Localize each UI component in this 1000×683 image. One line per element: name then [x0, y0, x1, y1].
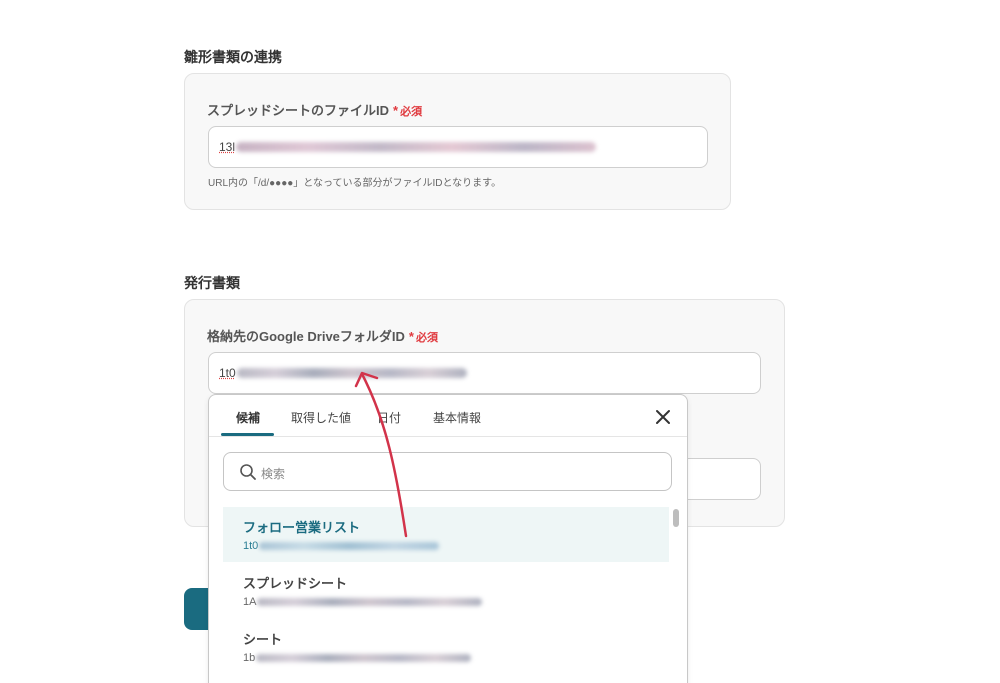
spreadsheet-id-value: 13l	[219, 140, 236, 154]
item-id-prefix: 1b	[243, 652, 256, 664]
value-picker-dropdown: 候補 取得した値 日付 基本情報 検索 フォロー営業リスト 1t0 スプレッドシ…	[208, 394, 688, 683]
required-mark: *	[408, 329, 414, 344]
search-placeholder: 検索	[261, 467, 286, 481]
picker-tabs: 候補 取得した値 日付 基本情報	[209, 395, 687, 437]
required-mark: *	[393, 103, 399, 118]
required-text: 必須	[400, 106, 423, 118]
item-id: 1b	[243, 652, 472, 664]
redacted-value	[256, 654, 472, 663]
search-icon	[240, 464, 256, 480]
item-id-prefix: 1t0	[243, 540, 259, 552]
spreadsheet-id-label: スプレッドシートのファイルID * 必須	[207, 100, 422, 119]
list-item[interactable]: スプレッドシート 1A	[223, 563, 669, 618]
redacted-value	[259, 542, 440, 551]
item-title: フォロー営業リスト	[243, 520, 361, 535]
tab-date[interactable]: 日付	[377, 409, 401, 426]
tab-basic-info[interactable]: 基本情報	[433, 409, 481, 426]
required-text: 必須	[415, 332, 438, 344]
scrollbar[interactable]	[671, 507, 681, 682]
template-card: スプレッドシートのファイルID * 必須 13l URL内の「/d/●●●●」となっ…	[184, 73, 731, 210]
list-item[interactable]: フォロー営業リスト 1t0	[223, 507, 669, 562]
folder-id-value: 1t0	[219, 366, 236, 380]
folder-id-input[interactable]: 1t0	[208, 352, 761, 394]
folder-id-label: 格納先のGoogle DriveフォルダID * 必須	[207, 326, 438, 345]
section-title-output: 発行書類	[184, 275, 240, 291]
spreadsheet-id-label-text: スプレッドシートのファイルID	[207, 103, 390, 118]
spreadsheet-id-help: URL内の「/d/●●●●」となっている部分がファイルIDとなります。	[208, 178, 502, 189]
redacted-value	[257, 598, 483, 607]
scrollbar-thumb[interactable]	[673, 509, 679, 527]
search-input[interactable]: 検索	[223, 452, 672, 491]
item-id: 1A	[243, 596, 483, 608]
redacted-value	[236, 142, 597, 152]
item-title: シート	[243, 632, 283, 647]
spreadsheet-id-input[interactable]: 13l	[208, 126, 708, 168]
item-id: 1t0	[243, 540, 440, 552]
list-item[interactable]: シート 1b	[223, 619, 669, 674]
folder-id-label-text: 格納先のGoogle DriveフォルダID	[207, 329, 405, 344]
section-title-template: 雛形書類の連携	[184, 49, 282, 65]
tab-retrieved-values[interactable]: 取得した値	[291, 409, 351, 426]
active-tab-indicator	[221, 433, 274, 436]
tab-candidates[interactable]: 候補	[236, 409, 260, 426]
item-id-prefix: 1A	[243, 596, 257, 608]
item-title: スプレッドシート	[243, 576, 348, 591]
redacted-value	[236, 368, 467, 378]
close-icon[interactable]	[653, 407, 673, 427]
